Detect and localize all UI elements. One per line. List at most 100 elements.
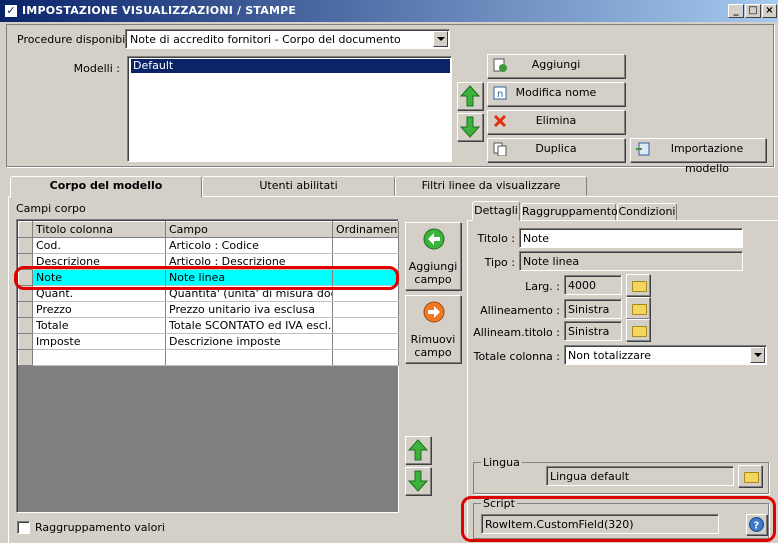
column-header[interactable]: Ordinamento <box>332 221 399 238</box>
tab-condizioni[interactable]: Condizioni <box>617 203 677 221</box>
allineamento-folder-button[interactable] <box>626 297 650 319</box>
table-row[interactable] <box>18 349 399 366</box>
tab-filtri-linee[interactable]: Filtri linee da visualizzare <box>395 176 587 196</box>
cell-ordinamento[interactable] <box>332 349 399 366</box>
allineam-titolo-field[interactable]: Sinistra <box>564 321 622 341</box>
table-row[interactable]: Prezzo Prezzo unitario iva esclusa <box>18 301 399 318</box>
titolo-field[interactable]: Note <box>519 228 743 248</box>
procedure-label: Procedure disponibili : <box>17 33 139 46</box>
tipo-field: Note linea <box>519 251 743 271</box>
add-document-icon <box>493 58 507 72</box>
cell-titolo[interactable]: Imposte <box>32 333 166 350</box>
cell-titolo[interactable] <box>32 349 166 366</box>
cell-ordinamento[interactable] <box>332 237 399 254</box>
table-row[interactable]: Cod. Articolo : Codice <box>18 237 399 254</box>
model-move-up-button[interactable] <box>457 82 483 110</box>
allineam-titolo-value: Sinistra <box>568 325 610 338</box>
allineam-titolo-folder-button[interactable] <box>626 319 650 341</box>
procedure-select[interactable]: Note di accredito fornitori - Corpo del … <box>125 29 450 49</box>
importazione-label: Importazione modello <box>670 142 744 175</box>
duplica-label: Duplica <box>535 142 577 155</box>
tab-raggruppamento[interactable]: Raggruppamento <box>521 203 618 221</box>
cell-campo[interactable] <box>165 349 333 366</box>
lingua-label: Lingua <box>481 456 522 469</box>
app-check-icon: ✓ <box>4 4 18 18</box>
modelli-list[interactable]: Default <box>127 56 452 162</box>
chevron-down-icon[interactable] <box>750 347 765 363</box>
cell-titolo[interactable]: Totale <box>32 317 166 334</box>
modelli-list-item[interactable]: Default <box>131 59 450 73</box>
duplica-button[interactable]: Duplica <box>487 138 625 162</box>
raggruppamento-valori-label: Raggruppamento valori <box>35 521 165 534</box>
cell-campo[interactable]: Descrizione imposte <box>165 333 333 350</box>
minimize-button[interactable]: _ <box>728 4 744 18</box>
titolo-label: Titolo : <box>477 232 515 245</box>
titolo-value: Note <box>523 232 550 245</box>
cell-titolo[interactable]: Prezzo <box>32 301 166 318</box>
campi-corpo-label: Campi corpo <box>16 202 86 215</box>
arrow-down-icon <box>407 470 429 492</box>
rimuovi-campo-button[interactable]: Rimuovi campo <box>405 295 461 363</box>
column-header[interactable]: Titolo colonna <box>32 221 166 238</box>
aggiungi-campo-button[interactable]: Aggiungi campo <box>405 222 461 290</box>
lingua-folder-button[interactable] <box>738 465 762 487</box>
larg-folder-button[interactable] <box>626 274 650 296</box>
close-button[interactable]: × <box>762 4 777 18</box>
selected-row-highlight <box>14 266 399 290</box>
tab-corpo-del-modello[interactable]: Corpo del modello <box>10 176 202 198</box>
totale-colonna-select[interactable]: Non totalizzare <box>564 345 767 365</box>
larg-field[interactable]: 4000 <box>564 275 622 295</box>
totale-colonna-label: Totale colonna : <box>473 350 560 363</box>
column-header[interactable]: Campo <box>165 221 333 238</box>
raggruppamento-valori-checkbox[interactable] <box>17 521 30 534</box>
aggiungi-button[interactable]: Aggiungi <box>487 54 625 78</box>
totale-colonna-value: Non totalizzare <box>568 349 651 362</box>
elimina-label: Elimina <box>535 114 577 127</box>
field-move-up-button[interactable] <box>405 436 431 464</box>
tab-dettagli[interactable]: Dettagli <box>472 201 520 221</box>
arrow-up-icon <box>459 85 481 107</box>
rename-icon: n <box>493 86 507 100</box>
arrow-left-circle-icon <box>423 228 445 250</box>
tipo-value: Note linea <box>523 255 580 268</box>
arrow-right-circle-icon <box>423 301 445 323</box>
modifica-nome-button[interactable]: n Modifica nome <box>487 82 625 106</box>
lingua-field[interactable]: Lingua default <box>546 466 734 486</box>
elimina-button[interactable]: Elimina <box>487 110 625 134</box>
tipo-label: Tipo : <box>484 256 515 269</box>
cell-ordinamento[interactable] <box>332 333 399 350</box>
arrow-up-icon <box>407 439 429 461</box>
rimuovi-campo-line1: Rimuovi <box>410 333 456 346</box>
importazione-modello-button[interactable]: Importazione modello <box>630 138 766 175</box>
aggiungi-label: Aggiungi <box>531 58 581 71</box>
larg-label: Larg. : <box>525 280 560 293</box>
field-move-down-button[interactable] <box>405 467 431 495</box>
procedure-value: Note di accredito fornitori - Corpo del … <box>130 33 401 46</box>
cell-titolo[interactable]: Cod. <box>32 237 166 254</box>
rimuovi-campo-line2: campo <box>414 346 452 359</box>
cell-campo[interactable]: Prezzo unitario iva esclusa <box>165 301 333 318</box>
import-icon <box>636 142 650 156</box>
allineamento-field[interactable]: Sinistra <box>564 299 622 319</box>
delete-x-icon <box>493 114 507 128</box>
chevron-down-icon[interactable] <box>433 31 448 47</box>
table-row[interactable]: Totale Totale SCONTATO ed IVA escl... <box>18 317 399 334</box>
row-indicator <box>18 301 33 318</box>
cell-campo[interactable]: Articolo : Codice <box>165 237 333 254</box>
duplicate-icon <box>493 142 507 156</box>
allineam-titolo-label: Allineam.titolo : <box>473 326 560 339</box>
cell-ordinamento[interactable] <box>332 301 399 318</box>
table-row[interactable]: Imposte Descrizione imposte <box>18 333 399 350</box>
script-highlight <box>461 496 776 542</box>
model-move-down-button[interactable] <box>457 113 483 141</box>
cell-campo[interactable]: Totale SCONTATO ed IVA escl... <box>165 317 333 334</box>
svg-text:n: n <box>497 89 503 100</box>
row-indicator <box>18 237 33 254</box>
row-indicator <box>18 333 33 350</box>
campi-grid[interactable]: Titolo colonna Campo Ordinamento Cod.Art… <box>16 219 399 513</box>
aggiungi-campo-line1: Aggiungi <box>408 260 458 273</box>
tab-utenti-abilitati[interactable]: Utenti abilitati <box>202 176 395 196</box>
arrow-down-icon <box>459 116 481 138</box>
maximize-button[interactable]: □ <box>745 4 761 18</box>
cell-ordinamento[interactable] <box>332 317 399 334</box>
